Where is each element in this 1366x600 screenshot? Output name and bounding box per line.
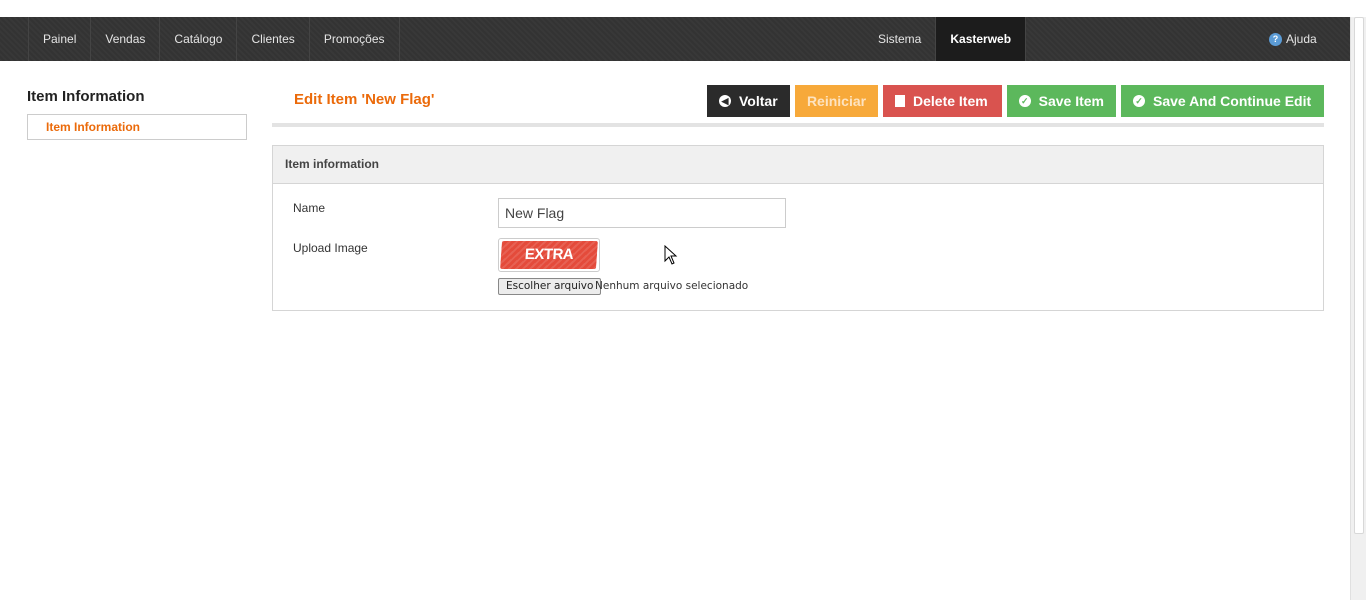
scrollbar-thumb[interactable] bbox=[1354, 17, 1364, 534]
top-strip bbox=[0, 0, 1366, 17]
nav-item-promocoes[interactable]: Promoções bbox=[310, 17, 400, 61]
help-icon: ? bbox=[1269, 32, 1282, 46]
nav-item-clientes[interactable]: Clientes bbox=[237, 17, 310, 61]
check-circle-icon: ✓ bbox=[1133, 95, 1145, 107]
delete-item-button-label: Delete Item bbox=[913, 93, 988, 109]
page-title: Edit Item 'New Flag' bbox=[294, 91, 435, 108]
uploaded-image-preview: EXTRA BONUS bbox=[498, 238, 600, 291]
panel-heading: Item information bbox=[273, 146, 1323, 184]
choose-file-button[interactable]: Escolher arquivo bbox=[498, 278, 602, 295]
sidebar-title: Item Information bbox=[27, 88, 145, 105]
save-item-button-label: Save Item bbox=[1038, 93, 1104, 109]
top-navbar: Painel Vendas Catálogo Clientes Promoçõe… bbox=[0, 17, 1350, 61]
save-item-button[interactable]: ✓ Save Item bbox=[1007, 85, 1116, 117]
back-button-label: Voltar bbox=[739, 93, 778, 109]
name-label: Name bbox=[293, 201, 326, 215]
check-circle-icon: ✓ bbox=[1019, 95, 1031, 107]
save-and-continue-button[interactable]: ✓ Save And Continue Edit bbox=[1121, 85, 1324, 117]
extra-bonus-image-text: EXTRA BONUS bbox=[500, 241, 598, 291]
main-menu: Painel Vendas Catálogo Clientes Promoçõe… bbox=[28, 17, 400, 61]
nav-item-vendas[interactable]: Vendas bbox=[91, 17, 161, 61]
item-information-panel: Item information Name Upload Image EXTRA… bbox=[272, 145, 1324, 311]
reset-button[interactable]: Reiniciar bbox=[795, 85, 878, 117]
save-and-continue-button-label: Save And Continue Edit bbox=[1153, 93, 1312, 109]
nav-item-painel[interactable]: Painel bbox=[28, 17, 92, 61]
delete-item-button[interactable]: Delete Item bbox=[883, 85, 1002, 117]
sidebar-tab-item-information[interactable]: Item Information bbox=[27, 114, 247, 140]
nav-item-sistema[interactable]: Sistema bbox=[864, 17, 935, 61]
nav-item-catalogo[interactable]: Catálogo bbox=[160, 17, 238, 61]
reset-button-label: Reiniciar bbox=[806, 93, 867, 109]
mouse-pointer-icon bbox=[664, 245, 678, 265]
nav-item-kasterweb[interactable]: Kasterweb bbox=[935, 17, 1027, 61]
help-link[interactable]: ? Ajuda bbox=[1269, 17, 1317, 61]
back-button[interactable]: ◀ Voltar bbox=[707, 85, 790, 117]
name-input[interactable] bbox=[498, 198, 786, 228]
header-divider bbox=[272, 123, 1324, 127]
arrow-left-circle-icon: ◀ bbox=[719, 95, 731, 107]
upload-image-label: Upload Image bbox=[293, 241, 368, 255]
help-label: Ajuda bbox=[1286, 32, 1317, 46]
vertical-scrollbar[interactable] bbox=[1350, 17, 1366, 600]
file-status-text: Nenhum arquivo selecionado bbox=[595, 280, 749, 292]
trash-icon bbox=[895, 95, 905, 107]
right-menu: Sistema Kasterweb bbox=[864, 17, 1027, 61]
